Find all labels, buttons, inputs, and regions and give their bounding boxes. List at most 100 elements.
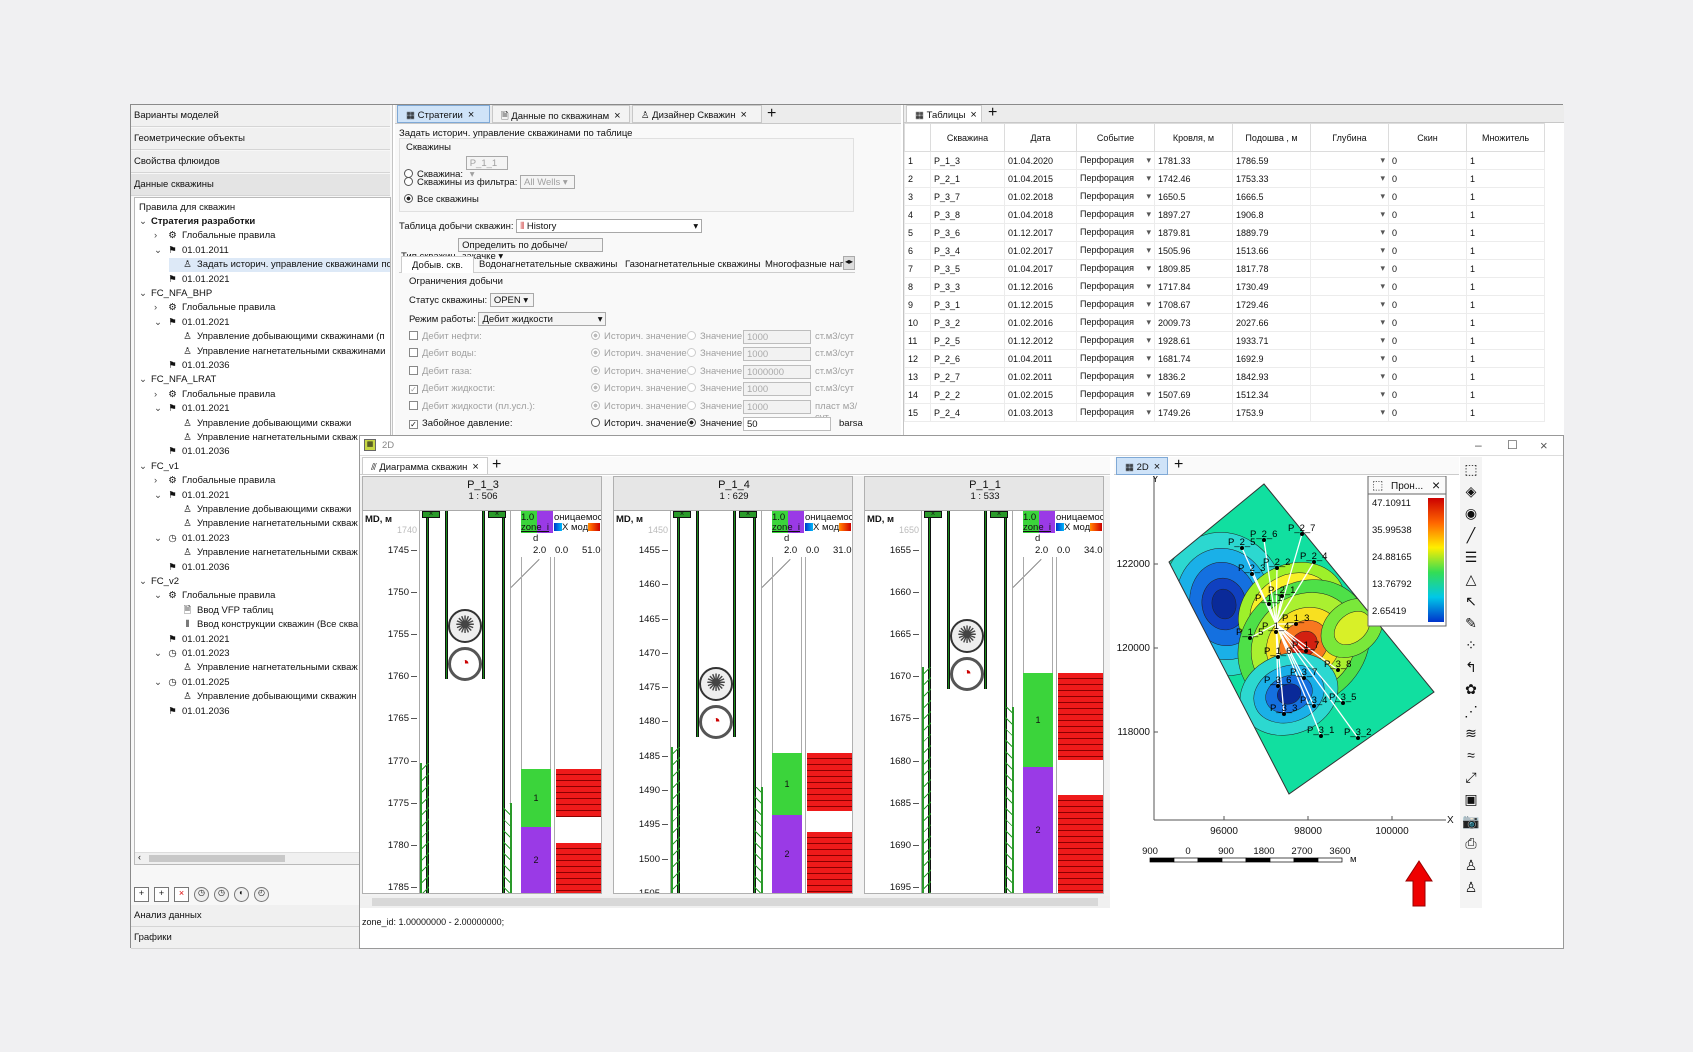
dots-icon[interactable]: ⋰ — [1460, 701, 1482, 721]
well-label[interactable]: P_1_5 — [1236, 627, 1263, 638]
print-icon[interactable]: ⎙ — [1460, 833, 1482, 853]
well-label[interactable]: P_1_7 — [1292, 640, 1319, 651]
tree-node[interactable]: ⌄ ⚑ 01.01.2011 — [154, 244, 229, 258]
table-cell[interactable]: Перфорация ▾ — [1076, 151, 1155, 170]
radio-value[interactable]: Значение — [687, 418, 742, 429]
table-cell[interactable]: 1809.85 — [1154, 259, 1233, 278]
dropdown-arrow-icon[interactable]: ▾ — [1146, 263, 1151, 274]
table-cell[interactable]: 1 — [1466, 385, 1545, 404]
chevron-right-icon[interactable]: › — [154, 388, 166, 402]
table-cell[interactable]: ▾ — [1310, 403, 1389, 422]
well-label[interactable]: P_3_6 — [1264, 675, 1291, 686]
table-cell[interactable]: 01.02.2015 — [1004, 385, 1077, 404]
tree-node[interactable]: › ⚙ Глобальные правила — [154, 301, 275, 315]
limit-checkbox[interactable] — [409, 365, 418, 375]
dropdown-arrow-icon[interactable]: ▾ — [1146, 353, 1151, 364]
table-cell[interactable]: 1 — [1466, 223, 1545, 242]
table-cell[interactable]: 0 — [1388, 151, 1467, 170]
table-cell[interactable]: Перфорация ▾ — [1076, 403, 1155, 422]
dropdown-arrow-icon[interactable]: ▾ — [1380, 299, 1385, 310]
tree-node[interactable]: ⌄ ⚙ Глобальные правила — [154, 589, 275, 603]
minimize-icon[interactable]: – — [1475, 438, 1482, 452]
table-cell[interactable]: ▾ — [1310, 349, 1389, 368]
tree-node[interactable]: › ⚙ Глобальные правила — [154, 229, 275, 243]
table-cell[interactable]: P_2_2 — [930, 385, 1005, 404]
table-cell[interactable]: 1729.46 — [1232, 295, 1311, 314]
dropdown-arrow-icon[interactable]: ▾ — [1380, 389, 1385, 400]
table-cell[interactable]: ▾ — [1310, 313, 1389, 332]
chevron-down-icon[interactable]: ⌄ — [154, 402, 166, 416]
radio-value[interactable]: Значение — [687, 365, 742, 377]
radio-button[interactable] — [591, 400, 600, 410]
table-cell[interactable]: 0 — [1388, 205, 1467, 224]
table-cell[interactable]: 1879.81 — [1154, 223, 1233, 242]
tree-node[interactable]: › ⚙ Глобальные правила — [154, 474, 275, 488]
tree-node[interactable]: ♙ Управление нагнетательными скваж — [169, 431, 358, 445]
table-cell[interactable]: 0 — [1388, 313, 1467, 332]
tab-tables[interactable]: ▦ Таблицы × — [906, 105, 982, 123]
table-cell[interactable]: 1842.93 — [1232, 367, 1311, 386]
contour-map[interactable]: Y X 122000 120000 118000 96000 98000 100000 P_2_… — [1114, 474, 1459, 908]
clock-settings-icon[interactable]: ◴ — [254, 887, 269, 902]
layers-icon[interactable]: ◉ — [1460, 503, 1482, 523]
time-step-icon[interactable]: ◷ — [194, 887, 209, 902]
radio-value[interactable]: Значение — [687, 383, 742, 394]
radio-button[interactable] — [687, 400, 696, 410]
lines-icon[interactable]: ≈ — [1460, 745, 1482, 765]
image-icon[interactable]: ▣ — [1460, 789, 1482, 809]
map-view[interactable]: Y X 122000 120000 118000 96000 98000 100000 P_2_… — [1114, 474, 1459, 908]
table-cell[interactable]: P_3_1 — [930, 295, 1005, 314]
cursor-icon[interactable]: ↖ — [1460, 591, 1482, 611]
section-geometric-objects[interactable]: Геометрические объекты — [131, 128, 390, 150]
well-check-icon[interactable]: ♙ — [1460, 877, 1482, 897]
table-cell[interactable]: 1512.34 — [1232, 385, 1311, 404]
tab-water-injectors[interactable]: Водонагнетательные скважины — [479, 259, 617, 270]
table-cell[interactable]: 8 — [904, 277, 931, 296]
table-cell[interactable]: 1 — [1466, 259, 1545, 278]
table-cell[interactable]: 7 — [904, 259, 931, 278]
table-cell[interactable]: 6 — [904, 241, 931, 260]
table-cell[interactable]: 15 — [904, 403, 931, 422]
table-cell[interactable]: 13 — [904, 367, 931, 386]
close-icon[interactable]: × — [614, 110, 620, 122]
table-row[interactable]: 1 P_1_3 01.04.2020 Перфорация ▾ 1781.33 1786.5… — [904, 151, 1545, 170]
table-cell[interactable]: 1650.5 — [1154, 187, 1233, 206]
table-cell[interactable]: P_3_4 — [930, 241, 1005, 260]
table-cell[interactable]: ▾ — [1310, 187, 1389, 206]
table-cell[interactable]: Перфорация ▾ — [1076, 277, 1155, 296]
tree-node[interactable]: ⌄ FC_NFA_LRAT — [139, 373, 216, 387]
limit-checkbox[interactable] — [409, 331, 418, 340]
limit-value-input[interactable]: 1000 — [743, 330, 811, 344]
radio-value[interactable]: Значение — [687, 348, 742, 359]
tree-node[interactable]: ⌄ Стратегия разработки — [139, 215, 255, 229]
table-cell[interactable]: 0 — [1388, 331, 1467, 350]
table-cell[interactable]: ▾ — [1310, 367, 1389, 386]
dropdown-arrow-icon[interactable]: ▾ — [1146, 371, 1151, 382]
table-cell[interactable]: 1 — [1466, 187, 1545, 206]
tree-node[interactable]: ♙ Управление добывающими скважи — [169, 503, 351, 517]
zoom-extent-icon[interactable]: ⤢ — [1460, 767, 1482, 787]
radio-button[interactable] — [591, 331, 600, 340]
tab-well-data[interactable]: 🗎 Данные по скважинам × — [492, 105, 630, 123]
table-cell[interactable]: 1897.27 — [1154, 205, 1233, 224]
table-cell[interactable]: 11 — [904, 331, 931, 350]
radio-historical[interactable]: Историч. значение — [591, 400, 687, 412]
well-select[interactable]: P_1_1 ▾ — [465, 156, 508, 180]
dropdown-arrow-icon[interactable]: ▾ — [1146, 281, 1151, 292]
table-cell[interactable]: 0 — [1388, 241, 1467, 260]
table-cell[interactable]: 01.04.2020 — [1004, 151, 1077, 170]
chevron-down-icon[interactable]: ⌄ — [154, 532, 166, 546]
table-cell[interactable]: 1 — [1466, 403, 1545, 422]
close-icon[interactable]: × — [468, 109, 474, 121]
radio-button[interactable] — [591, 418, 600, 427]
window-close-icon[interactable]: × — [1540, 438, 1548, 453]
dropdown-arrow-icon[interactable]: ▾ — [1380, 353, 1385, 364]
table-cell[interactable]: Перфорация ▾ — [1076, 313, 1155, 332]
table-cell[interactable]: Перфорация ▾ — [1076, 331, 1155, 350]
table-cell[interactable]: Перфорация ▾ — [1076, 169, 1155, 188]
table-cell[interactable]: 01.04.2018 — [1004, 205, 1077, 224]
tree-node[interactable]: ⚑ 01.01.2021 — [154, 633, 229, 647]
filter-select[interactable]: All Wells ▾ — [520, 175, 575, 189]
tree-node[interactable]: ♙ Управление нагнетательными скваж — [169, 517, 358, 531]
table-cell[interactable]: 1 — [1466, 169, 1545, 188]
